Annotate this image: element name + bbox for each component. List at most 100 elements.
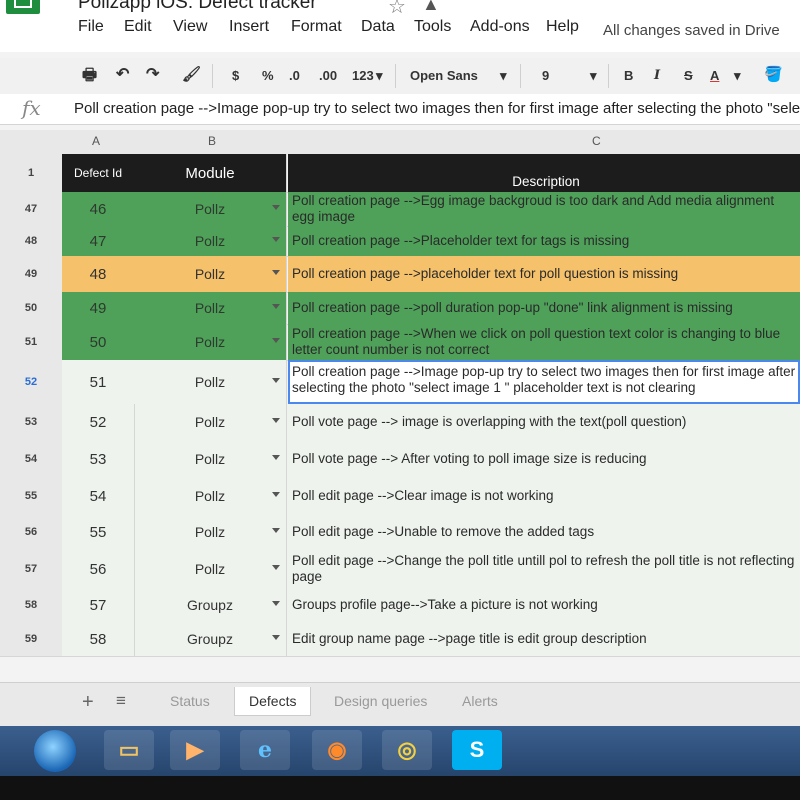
defect-id-cell[interactable]: 48 <box>62 256 135 292</box>
dropdown-arrow-icon[interactable] <box>272 270 280 275</box>
defect-id-cell[interactable]: 46 <box>62 192 135 226</box>
dropdown-arrow-icon[interactable] <box>272 455 280 460</box>
description-cell[interactable]: Poll creation page -->placeholder text f… <box>288 256 800 292</box>
document-title[interactable]: Pollzapp iOS: Defect tracker <box>78 0 317 14</box>
defect-id-cell[interactable]: 57 <box>62 588 135 622</box>
italic-button[interactable]: I <box>654 68 660 83</box>
row-number[interactable]: 54 <box>0 440 62 478</box>
dropdown-arrow-icon[interactable] <box>272 378 280 383</box>
fill-color-icon[interactable]: 🪣 <box>764 65 783 83</box>
dropdown-arrow-icon[interactable] <box>272 528 280 533</box>
row-number[interactable]: 58 <box>0 588 62 622</box>
header-description[interactable]: Description <box>288 154 800 192</box>
currency-button[interactable]: $ <box>232 68 239 83</box>
menu-data[interactable]: Data <box>361 18 395 36</box>
row-number[interactable]: 50 <box>0 292 62 324</box>
add-sheet-icon[interactable]: + <box>82 691 94 714</box>
description-cell[interactable]: Poll creation page -->poll duration pop-… <box>288 292 800 324</box>
module-cell[interactable]: Pollz <box>134 478 287 514</box>
dropdown-arrow-icon[interactable] <box>272 565 280 570</box>
save-status[interactable]: All changes saved in Drive <box>603 22 780 39</box>
text-color-button[interactable]: A <box>710 68 719 83</box>
description-cell[interactable]: Poll creation page -->Placeholder text f… <box>288 226 800 256</box>
defect-id-cell[interactable]: 58 <box>62 622 135 656</box>
defect-id-cell[interactable]: 54 <box>62 478 135 514</box>
all-sheets-icon[interactable]: ≡ <box>116 691 126 711</box>
dropdown-arrow-icon[interactable] <box>272 418 280 423</box>
defect-id-cell[interactable]: 55 <box>62 514 135 550</box>
row-number[interactable]: 48 <box>0 226 62 256</box>
row-number[interactable]: 57 <box>0 550 62 588</box>
row-number[interactable]: 51 <box>0 324 62 360</box>
module-cell[interactable]: Pollz <box>134 360 287 404</box>
dropdown-arrow-icon[interactable] <box>272 601 280 606</box>
defect-id-cell[interactable]: 50 <box>62 324 135 360</box>
column-header-a[interactable]: A <box>92 134 100 148</box>
module-cell[interactable]: Pollz <box>134 192 287 226</box>
font-family-select[interactable]: Open Sans <box>410 68 478 83</box>
tab-status[interactable]: Status <box>156 687 224 715</box>
description-cell[interactable]: Poll edit page -->Unable to remove the a… <box>288 514 800 550</box>
module-cell[interactable]: Pollz <box>134 256 287 292</box>
print-icon[interactable]: 🖶 <box>82 64 97 91</box>
header-module[interactable]: Module <box>134 154 287 192</box>
drive-folder-icon[interactable]: ▲ <box>422 0 440 15</box>
module-cell[interactable]: Pollz <box>134 440 287 478</box>
tab-design-queries[interactable]: Design queries <box>320 687 441 715</box>
description-cell[interactable]: Poll vote page --> After voting to poll … <box>288 440 800 478</box>
chrome-icon[interactable]: ◎ <box>382 730 432 770</box>
internet-explorer-icon[interactable]: e <box>240 730 290 770</box>
formula-input[interactable]: Poll creation page -->Image pop-up try t… <box>74 100 800 117</box>
module-cell[interactable]: Pollz <box>134 514 287 550</box>
media-player-icon[interactable]: ▶ <box>170 730 220 770</box>
description-cell[interactable]: Poll edit page -->Clear image is not wor… <box>288 478 800 514</box>
description-cell[interactable]: Groups profile page-->Take a picture is … <box>288 588 800 622</box>
menu-addons[interactable]: Add-ons <box>470 18 530 36</box>
paint-format-icon[interactable]: 🖌 <box>182 65 201 83</box>
dropdown-arrow-icon[interactable] <box>272 304 280 309</box>
sheets-logo-icon[interactable] <box>6 0 40 14</box>
bold-button[interactable]: B <box>624 68 633 83</box>
row-number[interactable]: 55 <box>0 478 62 514</box>
dropdown-arrow-icon[interactable] <box>272 205 280 210</box>
menu-insert[interactable]: Insert <box>229 18 269 36</box>
defect-id-cell[interactable]: 51 <box>62 360 135 404</box>
chevron-down-icon[interactable]: ▾ <box>500 68 507 84</box>
description-cell[interactable]: Poll edit page -->Change the poll title … <box>288 550 800 588</box>
chevron-down-icon[interactable]: ▾ <box>734 68 741 84</box>
font-size-select[interactable]: 9 <box>542 68 549 83</box>
row-number[interactable]: 59 <box>0 622 62 656</box>
defect-id-cell[interactable]: 52 <box>62 404 135 440</box>
row-number[interactable]: 1 <box>0 154 62 192</box>
description-cell[interactable]: Poll creation page -->Image pop-up try t… <box>288 360 800 404</box>
chevron-down-icon[interactable]: ▾ <box>376 68 383 84</box>
dropdown-arrow-icon[interactable] <box>272 635 280 640</box>
module-cell[interactable]: Pollz <box>134 324 287 360</box>
row-number[interactable]: 52 <box>0 360 62 404</box>
module-cell[interactable]: Pollz <box>134 226 287 256</box>
module-cell[interactable]: Pollz <box>134 404 287 440</box>
description-cell[interactable]: Poll creation page -->When we click on p… <box>288 324 800 360</box>
skype-icon[interactable]: S <box>452 730 502 770</box>
module-cell[interactable]: Pollz <box>134 292 287 324</box>
defect-id-cell[interactable]: 47 <box>62 226 135 256</box>
description-cell[interactable]: Edit group name page -->page title is ed… <box>288 622 800 656</box>
star-icon[interactable]: ☆ <box>388 0 406 18</box>
menu-tools[interactable]: Tools <box>414 18 451 36</box>
defect-id-cell[interactable]: 56 <box>62 550 135 588</box>
row-number[interactable]: 47 <box>0 192 62 226</box>
strikethrough-button[interactable]: S <box>684 68 693 83</box>
menu-help[interactable]: Help <box>546 18 579 36</box>
tab-defects[interactable]: Defects <box>234 687 312 716</box>
start-button-icon[interactable] <box>34 730 76 772</box>
defect-id-cell[interactable]: 49 <box>62 292 135 324</box>
row-number[interactable]: 56 <box>0 514 62 550</box>
row-number[interactable]: 53 <box>0 404 62 440</box>
file-explorer-icon[interactable]: ▭ <box>104 730 154 770</box>
undo-icon[interactable]: ↶ <box>116 64 129 84</box>
number-format-button[interactable]: 123 <box>352 68 374 83</box>
description-cell[interactable]: Poll creation page -->Egg image backgrou… <box>288 192 800 226</box>
defect-id-cell[interactable]: 53 <box>62 440 135 478</box>
percent-button[interactable]: % <box>262 68 274 83</box>
module-cell[interactable]: Groupz <box>134 588 287 622</box>
